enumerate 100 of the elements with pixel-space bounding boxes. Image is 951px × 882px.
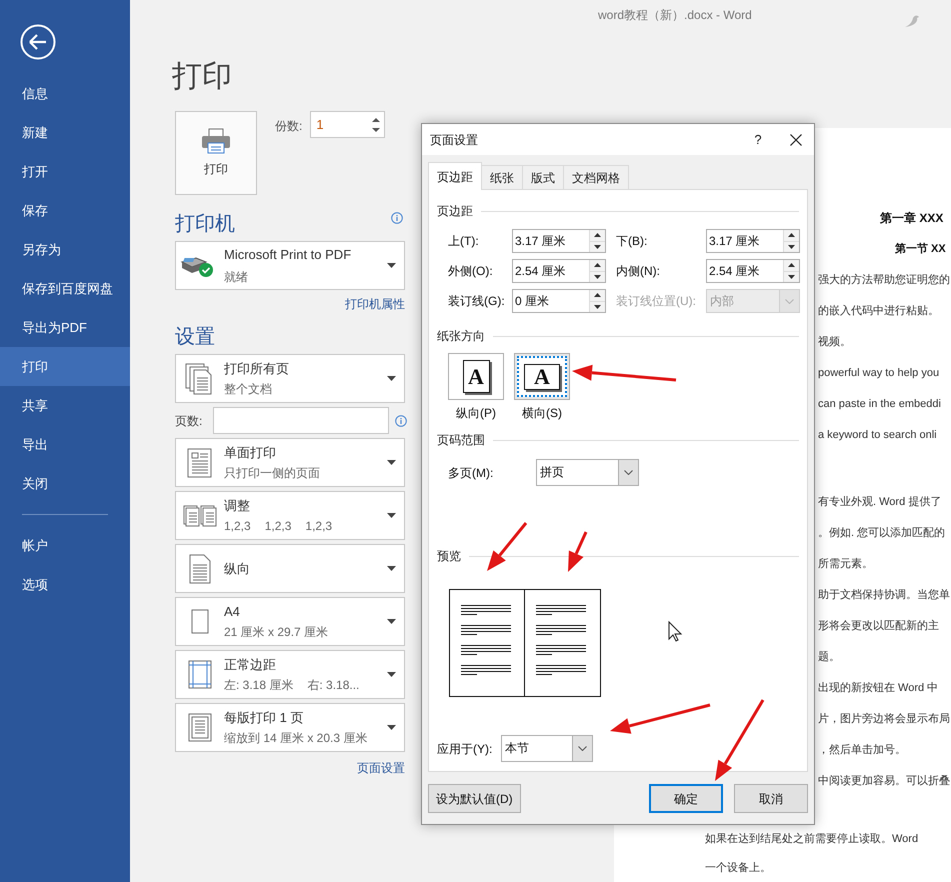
chevron-down-icon (785, 298, 794, 304)
document-text-line: 一个设备上。 (705, 860, 771, 874)
document-text-line: 的嵌入代码中进行粘贴。 (818, 304, 939, 318)
up-arrow-icon (594, 233, 601, 238)
document-text-line: 视频。 (818, 334, 851, 348)
document-heading: 第一章 XXX (880, 210, 944, 224)
section-heading: 页码范围 (437, 432, 485, 449)
down-arrow-icon (594, 304, 601, 309)
document-text-line: 出现的新按钮在 Word 中 (818, 680, 938, 694)
document-text-line: 中阅读更加容易。可以折叠 (818, 774, 950, 788)
section-heading: 打印机 (175, 212, 235, 237)
field-label: 多页(M): (448, 464, 494, 482)
tab[interactable]: 文档网格 (563, 165, 629, 190)
pages-input[interactable] (213, 407, 389, 434)
document-text-line: 。例如. 您可以添加匹配的 (818, 526, 946, 540)
print-setting-dropdown[interactable]: 打印所有页 整个文档 (175, 354, 405, 403)
print-setting-dropdown[interactable]: 单面打印 只打印一侧的页面 (175, 438, 405, 487)
field-label: 外侧(O): (448, 263, 494, 280)
printer-properties-link[interactable]: 打印机属性 (345, 296, 405, 312)
field-label: 下(B): (616, 233, 648, 250)
tab[interactable]: 页边距 (428, 162, 482, 190)
print-setting-dropdown[interactable]: 调整 1,2,3 1,2,3 1,2,3 (175, 491, 405, 540)
spin-button[interactable] (589, 230, 605, 252)
document-text-line: 助于文档保持协调。当您单 (818, 588, 950, 602)
up-arrow-icon (594, 263, 601, 268)
up-arrow-icon (788, 263, 795, 268)
dropdown[interactable]: 拼页 (536, 459, 639, 486)
help-button[interactable]: ? (748, 130, 768, 150)
number-field[interactable]: 0 厘米 (512, 289, 606, 313)
document-text-line: 如果在达到结尾处之前需要停止读取。Word (705, 832, 918, 846)
document-heading: 第一节 XX (895, 242, 946, 256)
dropdown-arrow-button[interactable] (572, 736, 592, 761)
margins-icon (188, 660, 212, 689)
field-label: 应用于(Y): (437, 740, 494, 758)
chevron-down-icon (578, 746, 587, 751)
number-field[interactable]: 2.54 厘米 (706, 259, 800, 283)
spin-button[interactable] (589, 260, 605, 282)
blank-page-icon (191, 609, 209, 634)
copies-field[interactable]: 1 (310, 111, 386, 138)
document-text-line: 有专业外观. Word 提供了 (818, 494, 942, 508)
pages-label: 页数: (175, 412, 204, 430)
caret-icon (387, 513, 396, 518)
spin-button[interactable] (589, 290, 605, 312)
chevron-down-icon (624, 470, 633, 475)
print-setting-dropdown[interactable]: A4 21 厘米 x 29.7 厘米 (175, 597, 405, 646)
up-arrow-icon (594, 293, 601, 298)
down-arrow-icon (788, 274, 795, 279)
spin-arrows-icon[interactable] (372, 116, 380, 132)
sidebar-item[interactable]: 打印 (0, 347, 130, 386)
document-text-line: 片，图片旁边将会显示布局 (818, 712, 950, 726)
print-setting-dropdown[interactable]: 纵向 (175, 544, 405, 593)
orientation-label: 纵向(P) (456, 405, 496, 422)
caret-icon (387, 672, 396, 677)
spin-button[interactable] (783, 230, 799, 252)
print-setting-dropdown[interactable]: 正常边距 左: 3.18 厘米 右: 3.18... (175, 650, 405, 699)
field-label: 装订线(G): (448, 293, 506, 310)
section-heading: 页边距 (437, 203, 473, 220)
printer-dropdown[interactable]: Microsoft Print to PDF 就绪 (175, 241, 405, 290)
document-text-line: 所需元素。 (818, 556, 873, 570)
number-field[interactable]: 3.17 厘米 (706, 229, 800, 253)
page-setup-link[interactable]: 页面设置 (357, 760, 405, 776)
dialog-title: 页面设置 (430, 132, 479, 148)
printer-icon (201, 128, 231, 154)
section-heading: 纸张方向 (437, 328, 485, 345)
field-label: 上(T): (448, 233, 480, 250)
landscape-button[interactable]: A (514, 353, 570, 400)
info-icon (391, 212, 403, 224)
down-arrow-icon (594, 244, 601, 249)
copies-label: 份数: (275, 118, 302, 135)
section-heading: 预览 (437, 548, 461, 565)
field-label: 装订线位置(U): (616, 293, 697, 310)
close-icon[interactable] (790, 134, 802, 146)
dialog-button[interactable]: 取消 (734, 784, 808, 813)
spin-button[interactable] (783, 260, 799, 282)
print-button[interactable]: 打印 (175, 111, 257, 195)
info-icon (395, 414, 407, 426)
dropdown[interactable]: 本节 (501, 735, 593, 762)
document-text-line: powerful way to help you (818, 366, 940, 380)
annotation-arrow (487, 522, 528, 571)
portrait-button[interactable]: A (448, 353, 504, 400)
page-heading: 打印 (172, 59, 232, 95)
number-field[interactable]: 2.54 厘米 (512, 259, 606, 283)
document-text-line: a keyword to search onli (818, 428, 937, 442)
document-text-line: ，然后单击加号。 (818, 742, 906, 756)
printer-status: 就绪 (224, 270, 249, 284)
print-setting-dropdown[interactable]: 每版打印 1 页 缩放到 14 厘米 x 20.3 厘米 (175, 703, 405, 752)
dialog-button[interactable]: 确定 (649, 784, 723, 813)
caret-icon (387, 725, 396, 730)
dropdown-arrow-button[interactable] (618, 460, 638, 485)
dialog-button[interactable]: 设为默认值(D) (428, 784, 521, 813)
down-arrow-icon (788, 244, 795, 249)
bird-icon (904, 14, 920, 28)
number-field[interactable]: 3.17 厘米 (512, 229, 606, 253)
document-text-line: can paste in the embeddi (818, 396, 941, 410)
caret-icon (387, 263, 396, 268)
annotation-arrow (568, 531, 588, 572)
printer-name: Microsoft Print to PDF (224, 247, 352, 262)
back-icon[interactable] (20, 24, 56, 60)
down-arrow-icon (594, 274, 601, 279)
caret-icon (387, 566, 396, 571)
